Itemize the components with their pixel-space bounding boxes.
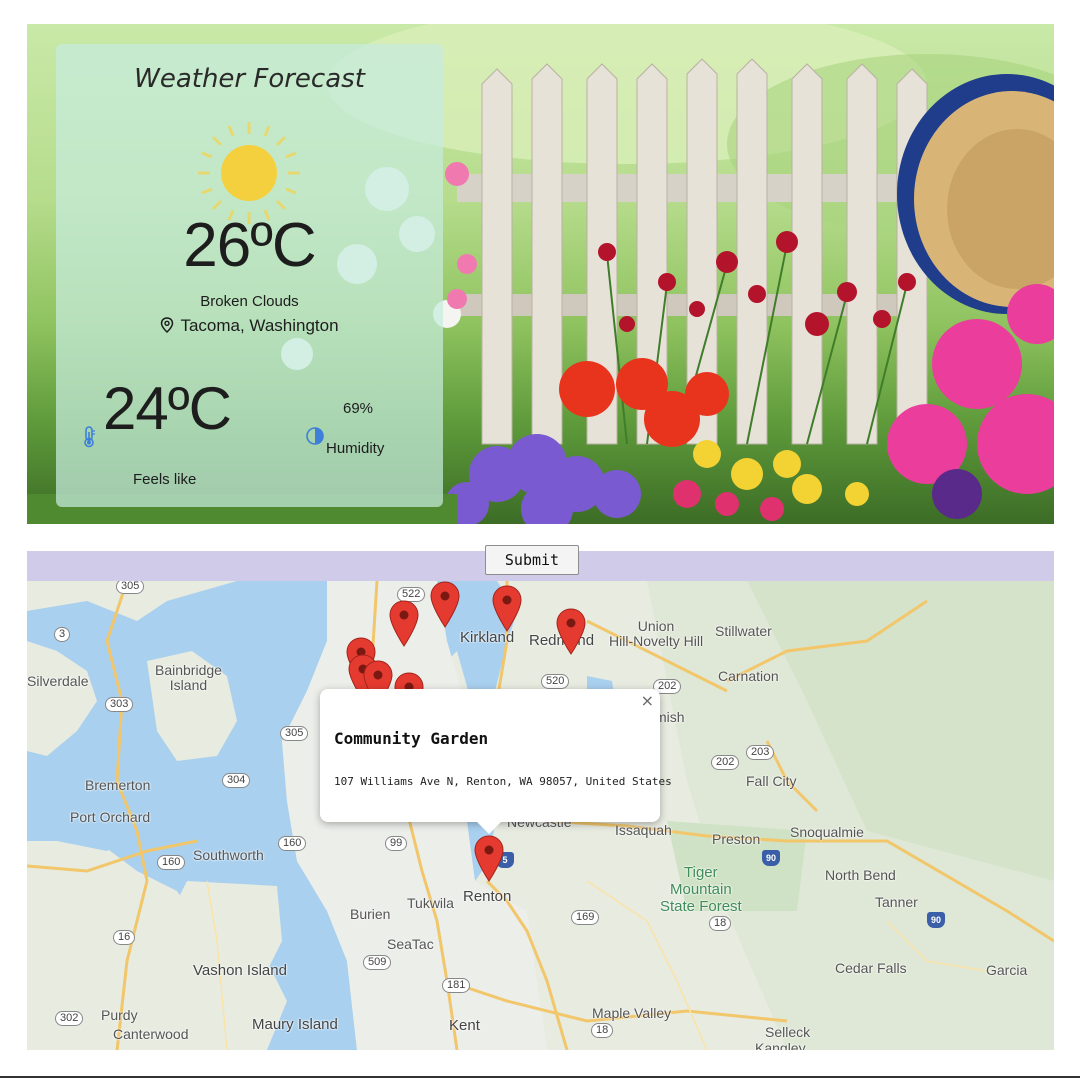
- route-shield: 203: [746, 745, 775, 760]
- feels-like-label: Feels like: [133, 471, 197, 488]
- map-marker-icon[interactable]: [491, 585, 523, 633]
- route-shield: 520: [541, 674, 570, 689]
- weather-hero: Weather Forecast 26ºC Broken Clouds Taco…: [27, 24, 1054, 524]
- map-marker-icon[interactable]: [388, 600, 420, 648]
- place-preston: Preston: [712, 831, 761, 847]
- map-info-popup: × Community Garden 107 Williams Ave N, R…: [320, 689, 672, 834]
- route-shield: 169: [571, 910, 600, 925]
- place-tiger-mountain: Tiger Mountain State Forest: [660, 864, 742, 915]
- place-fall-city: Fall City: [746, 773, 797, 789]
- place-vashon-island: Vashon Island: [193, 962, 287, 979]
- map-marker-icon[interactable]: [555, 608, 587, 656]
- place-renton: Renton: [463, 888, 512, 905]
- location-text: Tacoma, Washington: [180, 316, 339, 335]
- place-maury-island: Maury Island: [252, 1016, 338, 1033]
- route-shield: 303: [105, 697, 134, 712]
- place-maple-valley: Maple Valley: [592, 1005, 672, 1021]
- humidity-drop-icon: [306, 427, 324, 445]
- weather-location: Tacoma, Washington: [56, 316, 443, 336]
- page-divider: [0, 1076, 1080, 1078]
- place-snoqualmie: Snoqualmie: [790, 824, 864, 840]
- route-shield: 181: [442, 978, 471, 993]
- place-carnation: Carnation: [718, 668, 779, 684]
- interstate-shield: 90: [927, 912, 945, 928]
- map-marker-icon[interactable]: [473, 835, 505, 883]
- route-shield: 18: [591, 1023, 614, 1038]
- place-port-orchard: Port Orchard: [70, 809, 151, 825]
- route-shield: 304: [222, 773, 251, 788]
- place-tanner: Tanner: [875, 894, 918, 910]
- place-north-bend: North Bend: [825, 867, 896, 883]
- feels-like-value: 24ºC: [103, 375, 232, 442]
- submit-button[interactable]: Submit: [485, 545, 579, 575]
- route-shield: 302: [55, 1011, 84, 1026]
- place-garcia: Garcia: [986, 962, 1028, 978]
- place-seatac: SeaTac: [387, 936, 434, 952]
- place-purdy: Purdy: [101, 1007, 138, 1023]
- map-marker-icon[interactable]: [429, 581, 461, 629]
- route-shield: 305: [280, 726, 309, 741]
- search-form-bar: Submit: [27, 545, 1054, 581]
- current-temperature: 26ºC: [183, 211, 316, 280]
- place-bainbridge: Bainbridge Island: [155, 662, 222, 693]
- weather-title: Weather Forecast: [134, 64, 365, 94]
- place-canterwood: Canterwood: [113, 1026, 189, 1042]
- route-shield: 3: [54, 627, 71, 642]
- place-southworth: Southworth: [193, 847, 264, 863]
- place-kent: Kent: [449, 1017, 480, 1034]
- place-burien: Burien: [350, 906, 391, 922]
- route-shield: 509: [363, 955, 392, 970]
- place-issaquah: Issaquah: [615, 822, 672, 838]
- place-selleck: Selleck: [765, 1024, 811, 1040]
- interstate-shield: 90: [762, 850, 780, 866]
- weather-condition: Broken Clouds: [200, 293, 299, 310]
- location-pin-icon: [161, 317, 174, 333]
- route-shield: 99: [385, 836, 408, 851]
- popup-title: Community Garden: [334, 729, 489, 748]
- place-union-hill: Union Hill-Novelty Hill: [609, 618, 704, 649]
- humidity-label: Humidity: [326, 440, 385, 457]
- thermometer-icon: [84, 426, 95, 448]
- route-shield: 305: [116, 581, 145, 594]
- place-tukwila: Tukwila: [407, 895, 454, 911]
- popup-close-icon[interactable]: ×: [641, 691, 654, 710]
- weather-card: Weather Forecast 26ºC Broken Clouds Taco…: [56, 44, 443, 507]
- place-cedar-falls: Cedar Falls: [835, 960, 907, 976]
- route-shield: 202: [711, 755, 740, 770]
- humidity-value: 69%: [343, 400, 374, 417]
- route-shield: 18: [709, 916, 732, 931]
- route-shield: 160: [278, 836, 307, 851]
- place-silverdale: Silverdale: [27, 673, 89, 689]
- place-stillwater: Stillwater: [715, 623, 772, 639]
- route-shield: 16: [113, 930, 136, 945]
- place-bremerton: Bremerton: [85, 777, 151, 793]
- place-kangley: Kangley: [755, 1040, 806, 1050]
- popup-address: 107 Williams Ave N, Renton, WA 98057, Un…: [334, 775, 672, 788]
- map-view[interactable]: Silverdale Bainbridge Island Bremerton P…: [27, 581, 1054, 1050]
- route-shield: 160: [157, 855, 186, 870]
